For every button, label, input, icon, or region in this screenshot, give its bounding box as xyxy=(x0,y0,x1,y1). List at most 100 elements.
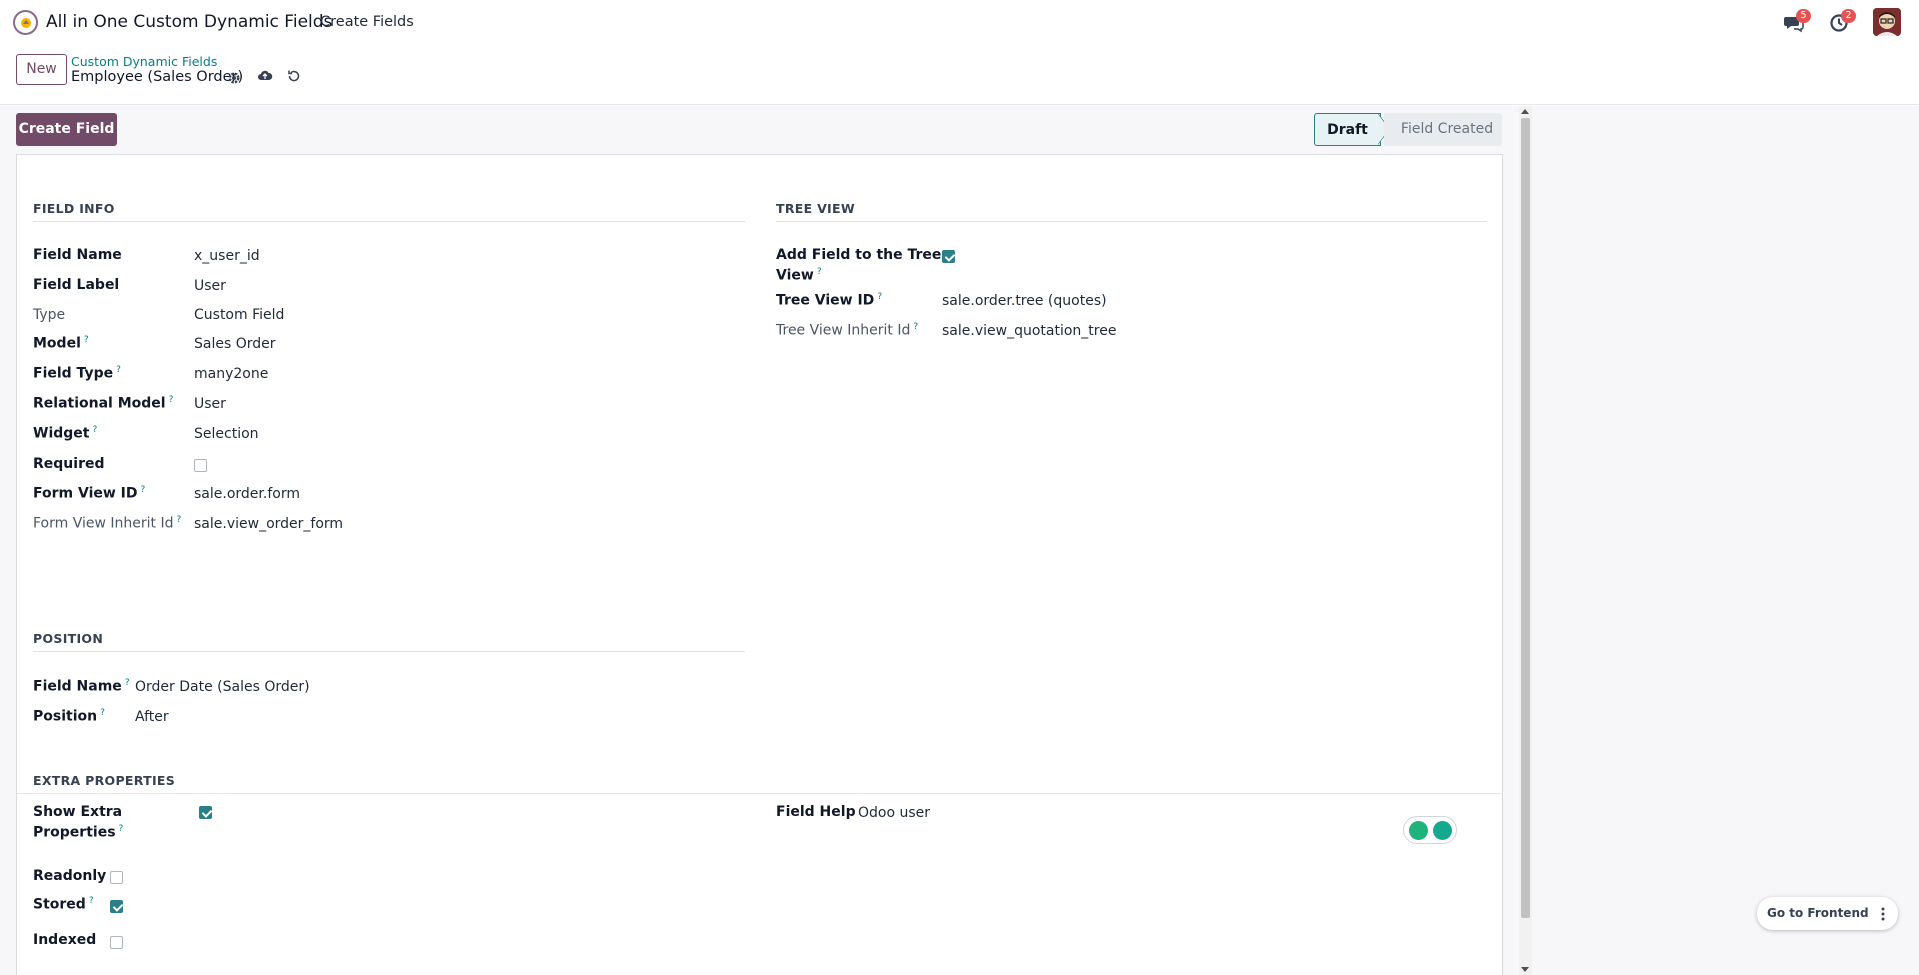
relational-model-value[interactable]: User xyxy=(194,396,226,412)
position-title: POSITION xyxy=(33,631,104,646)
grammarly-icon[interactable] xyxy=(1433,821,1452,840)
position-divider xyxy=(33,651,745,652)
type-label: Type xyxy=(33,307,66,323)
show-extra-label: Properties? xyxy=(33,824,123,841)
activities-button[interactable]: 2 xyxy=(1829,9,1856,33)
type-value: Custom Field xyxy=(194,307,285,323)
form-view-id-value[interactable]: sale.order.form xyxy=(194,486,300,502)
messages-button[interactable]: 5 xyxy=(1784,9,1811,33)
show-extra-label-line1: Show Extra xyxy=(33,804,123,820)
scrollbar-thumb[interactable] xyxy=(1521,118,1530,918)
form-sheet: FIELD INFO Field Name x_user_id Field La… xyxy=(16,154,1503,975)
relational-model-label-text: Relational Model xyxy=(33,395,166,412)
position-field-name-value[interactable]: Order Date (Sales Order) xyxy=(135,679,310,695)
form-content-area: Create Field Draft Field Created FIELD I… xyxy=(0,106,1919,975)
tree-view-id-value[interactable]: sale.order.tree (quotes) xyxy=(942,293,1107,309)
readonly-checkbox[interactable] xyxy=(110,871,123,884)
tree-view-divider xyxy=(776,221,1487,222)
stored-checkbox[interactable] xyxy=(110,900,123,913)
form-view-id-label-text: Form View ID xyxy=(33,485,138,502)
gear-icon[interactable] xyxy=(226,70,242,86)
form-view-id-help-icon[interactable]: ? xyxy=(141,485,146,495)
show-extra-checkbox[interactable] xyxy=(199,806,212,819)
discard-icon[interactable] xyxy=(286,68,302,84)
indexed-checkbox[interactable] xyxy=(110,936,123,949)
model-label: Model? xyxy=(33,335,89,352)
position-field-name-help-icon[interactable]: ? xyxy=(125,678,130,688)
lightbulb-icon[interactable] xyxy=(1409,821,1428,840)
top-navbar: All in One Custom Dynamic Fields Create … xyxy=(0,0,1919,45)
status-bar: Create Field Draft Field Created xyxy=(0,106,1530,154)
tree-view-title: TREE VIEW xyxy=(776,201,855,216)
extra-properties-divider xyxy=(17,793,1502,794)
relational-model-help-icon[interactable]: ? xyxy=(169,395,174,405)
indexed-label: Indexed xyxy=(33,932,97,948)
tree-inherit-help-icon[interactable]: ? xyxy=(913,322,918,332)
record-name: Employee (Sales Order) xyxy=(71,69,244,85)
tree-inherit-value: sale.view_quotation_tree xyxy=(942,323,1117,339)
tree-inherit-label-text: Tree View Inherit Id xyxy=(776,322,911,339)
field-info-divider xyxy=(33,221,745,222)
add-field-tree-label: View? xyxy=(776,267,822,284)
new-button[interactable]: New xyxy=(16,54,67,85)
show-extra-label-line2: Properties xyxy=(33,824,116,841)
go-to-frontend-widget: Go to Frontend xyxy=(1757,897,1898,930)
position-value[interactable]: After xyxy=(135,709,169,725)
widget-value[interactable]: Selection xyxy=(194,426,259,442)
model-help-icon[interactable]: ? xyxy=(84,335,89,345)
position-field-name-label: Field Name? xyxy=(33,678,130,695)
form-view-inherit-value: sale.view_order_form xyxy=(194,516,344,532)
activities-count-badge: 2 xyxy=(1841,9,1856,23)
widget-label: Widget? xyxy=(33,425,97,442)
menu-create-fields[interactable]: Create Fields xyxy=(320,14,414,30)
widget-help-icon[interactable]: ? xyxy=(92,425,97,435)
field-help-label: Field Help xyxy=(776,804,856,820)
field-info-title: FIELD INFO xyxy=(33,201,115,216)
widget-label-text: Widget xyxy=(33,425,90,442)
create-field-button[interactable]: Create Field xyxy=(16,113,117,146)
scroll-down-arrow[interactable] xyxy=(1521,967,1529,972)
scroll-up-arrow[interactable] xyxy=(1521,109,1529,114)
add-field-tree-help-icon[interactable]: ? xyxy=(817,267,822,277)
model-label-text: Model xyxy=(33,335,81,352)
form-view-inherit-label-text: Form View Inherit Id xyxy=(33,515,174,532)
relational-model-label: Relational Model? xyxy=(33,395,173,412)
model-value[interactable]: Sales Order xyxy=(194,336,276,352)
field-label-label: Field Label xyxy=(33,277,120,293)
tree-view-id-help-icon[interactable]: ? xyxy=(877,292,882,302)
extra-properties-title: EXTRA PROPERTIES xyxy=(33,773,176,788)
field-name-value[interactable]: x_user_id xyxy=(194,248,260,264)
add-field-tree-label-line2: View xyxy=(776,267,814,284)
control-panel: New Custom Dynamic Fields Employee (Sale… xyxy=(0,45,1919,105)
stage-draft[interactable]: Draft xyxy=(1314,113,1381,146)
stored-label-text: Stored xyxy=(33,896,86,913)
field-type-label: Field Type? xyxy=(33,365,121,382)
cloud-save-icon[interactable] xyxy=(257,68,273,84)
user-avatar[interactable] xyxy=(1873,8,1901,36)
grammarly-widget[interactable] xyxy=(1403,816,1457,844)
form-view-inherit-label: Form View Inherit Id? xyxy=(33,515,181,532)
stage-field-created[interactable]: Field Created xyxy=(1384,113,1502,146)
field-type-help-icon[interactable]: ? xyxy=(116,365,121,375)
go-to-frontend-button[interactable]: Go to Frontend xyxy=(1767,906,1869,920)
add-field-tree-checkbox[interactable] xyxy=(942,250,955,263)
position-label-text: Position xyxy=(33,708,98,725)
form-view-inherit-help-icon[interactable]: ? xyxy=(176,515,181,525)
position-help-icon[interactable]: ? xyxy=(100,708,105,718)
readonly-label: Readonly xyxy=(33,868,107,884)
app-name[interactable]: All in One Custom Dynamic Fields xyxy=(46,12,332,32)
required-checkbox[interactable] xyxy=(194,459,207,472)
app-logo-icon[interactable] xyxy=(13,10,38,35)
tree-view-id-label-text: Tree View ID xyxy=(776,292,875,309)
stored-help-icon[interactable]: ? xyxy=(89,896,94,906)
vertical-scrollbar[interactable] xyxy=(1519,106,1532,975)
field-type-value[interactable]: many2one xyxy=(194,366,268,382)
tree-view-id-label: Tree View ID? xyxy=(776,292,882,309)
field-label-value[interactable]: User xyxy=(194,278,226,294)
breadcrumb-parent-link[interactable]: Custom Dynamic Fields xyxy=(71,54,217,69)
position-label: Position? xyxy=(33,708,105,725)
messages-count-badge: 5 xyxy=(1796,9,1811,23)
field-help-value[interactable]: Odoo user xyxy=(858,805,930,821)
show-extra-help-icon[interactable]: ? xyxy=(119,824,124,834)
kebab-menu-icon[interactable] xyxy=(1876,906,1890,922)
